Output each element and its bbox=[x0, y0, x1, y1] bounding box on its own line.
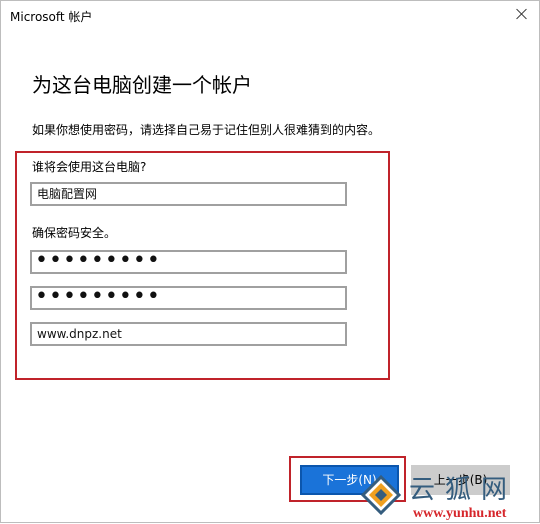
password-field[interactable]: ••••••••• bbox=[30, 250, 347, 274]
close-icon[interactable] bbox=[506, 3, 536, 27]
password-hint-field[interactable]: www.dnpz.net bbox=[30, 322, 347, 346]
page-title: 为这台电脑创建一个帐户 bbox=[32, 73, 252, 97]
password-label: 确保密码安全。 bbox=[32, 226, 117, 240]
watermark-url: www.yunhu.net bbox=[413, 506, 507, 521]
watermark: 云狐网 www.yunhu.net bbox=[357, 469, 540, 524]
user-label: 谁将会使用这台电脑? bbox=[32, 160, 147, 174]
password-confirm-field[interactable]: ••••••••• bbox=[30, 286, 347, 310]
instruction-text: 如果你想使用密码，请选择自己易于记住但别人很难猜到的内容。 bbox=[32, 123, 381, 137]
window-title: Microsoft 帐户 bbox=[10, 10, 93, 24]
watermark-brand: 云狐网 bbox=[409, 475, 518, 505]
username-field[interactable]: 电脑配置网 bbox=[30, 182, 347, 206]
fox-logo-icon bbox=[361, 475, 401, 515]
title-bar: Microsoft 帐户 bbox=[1, 1, 539, 31]
